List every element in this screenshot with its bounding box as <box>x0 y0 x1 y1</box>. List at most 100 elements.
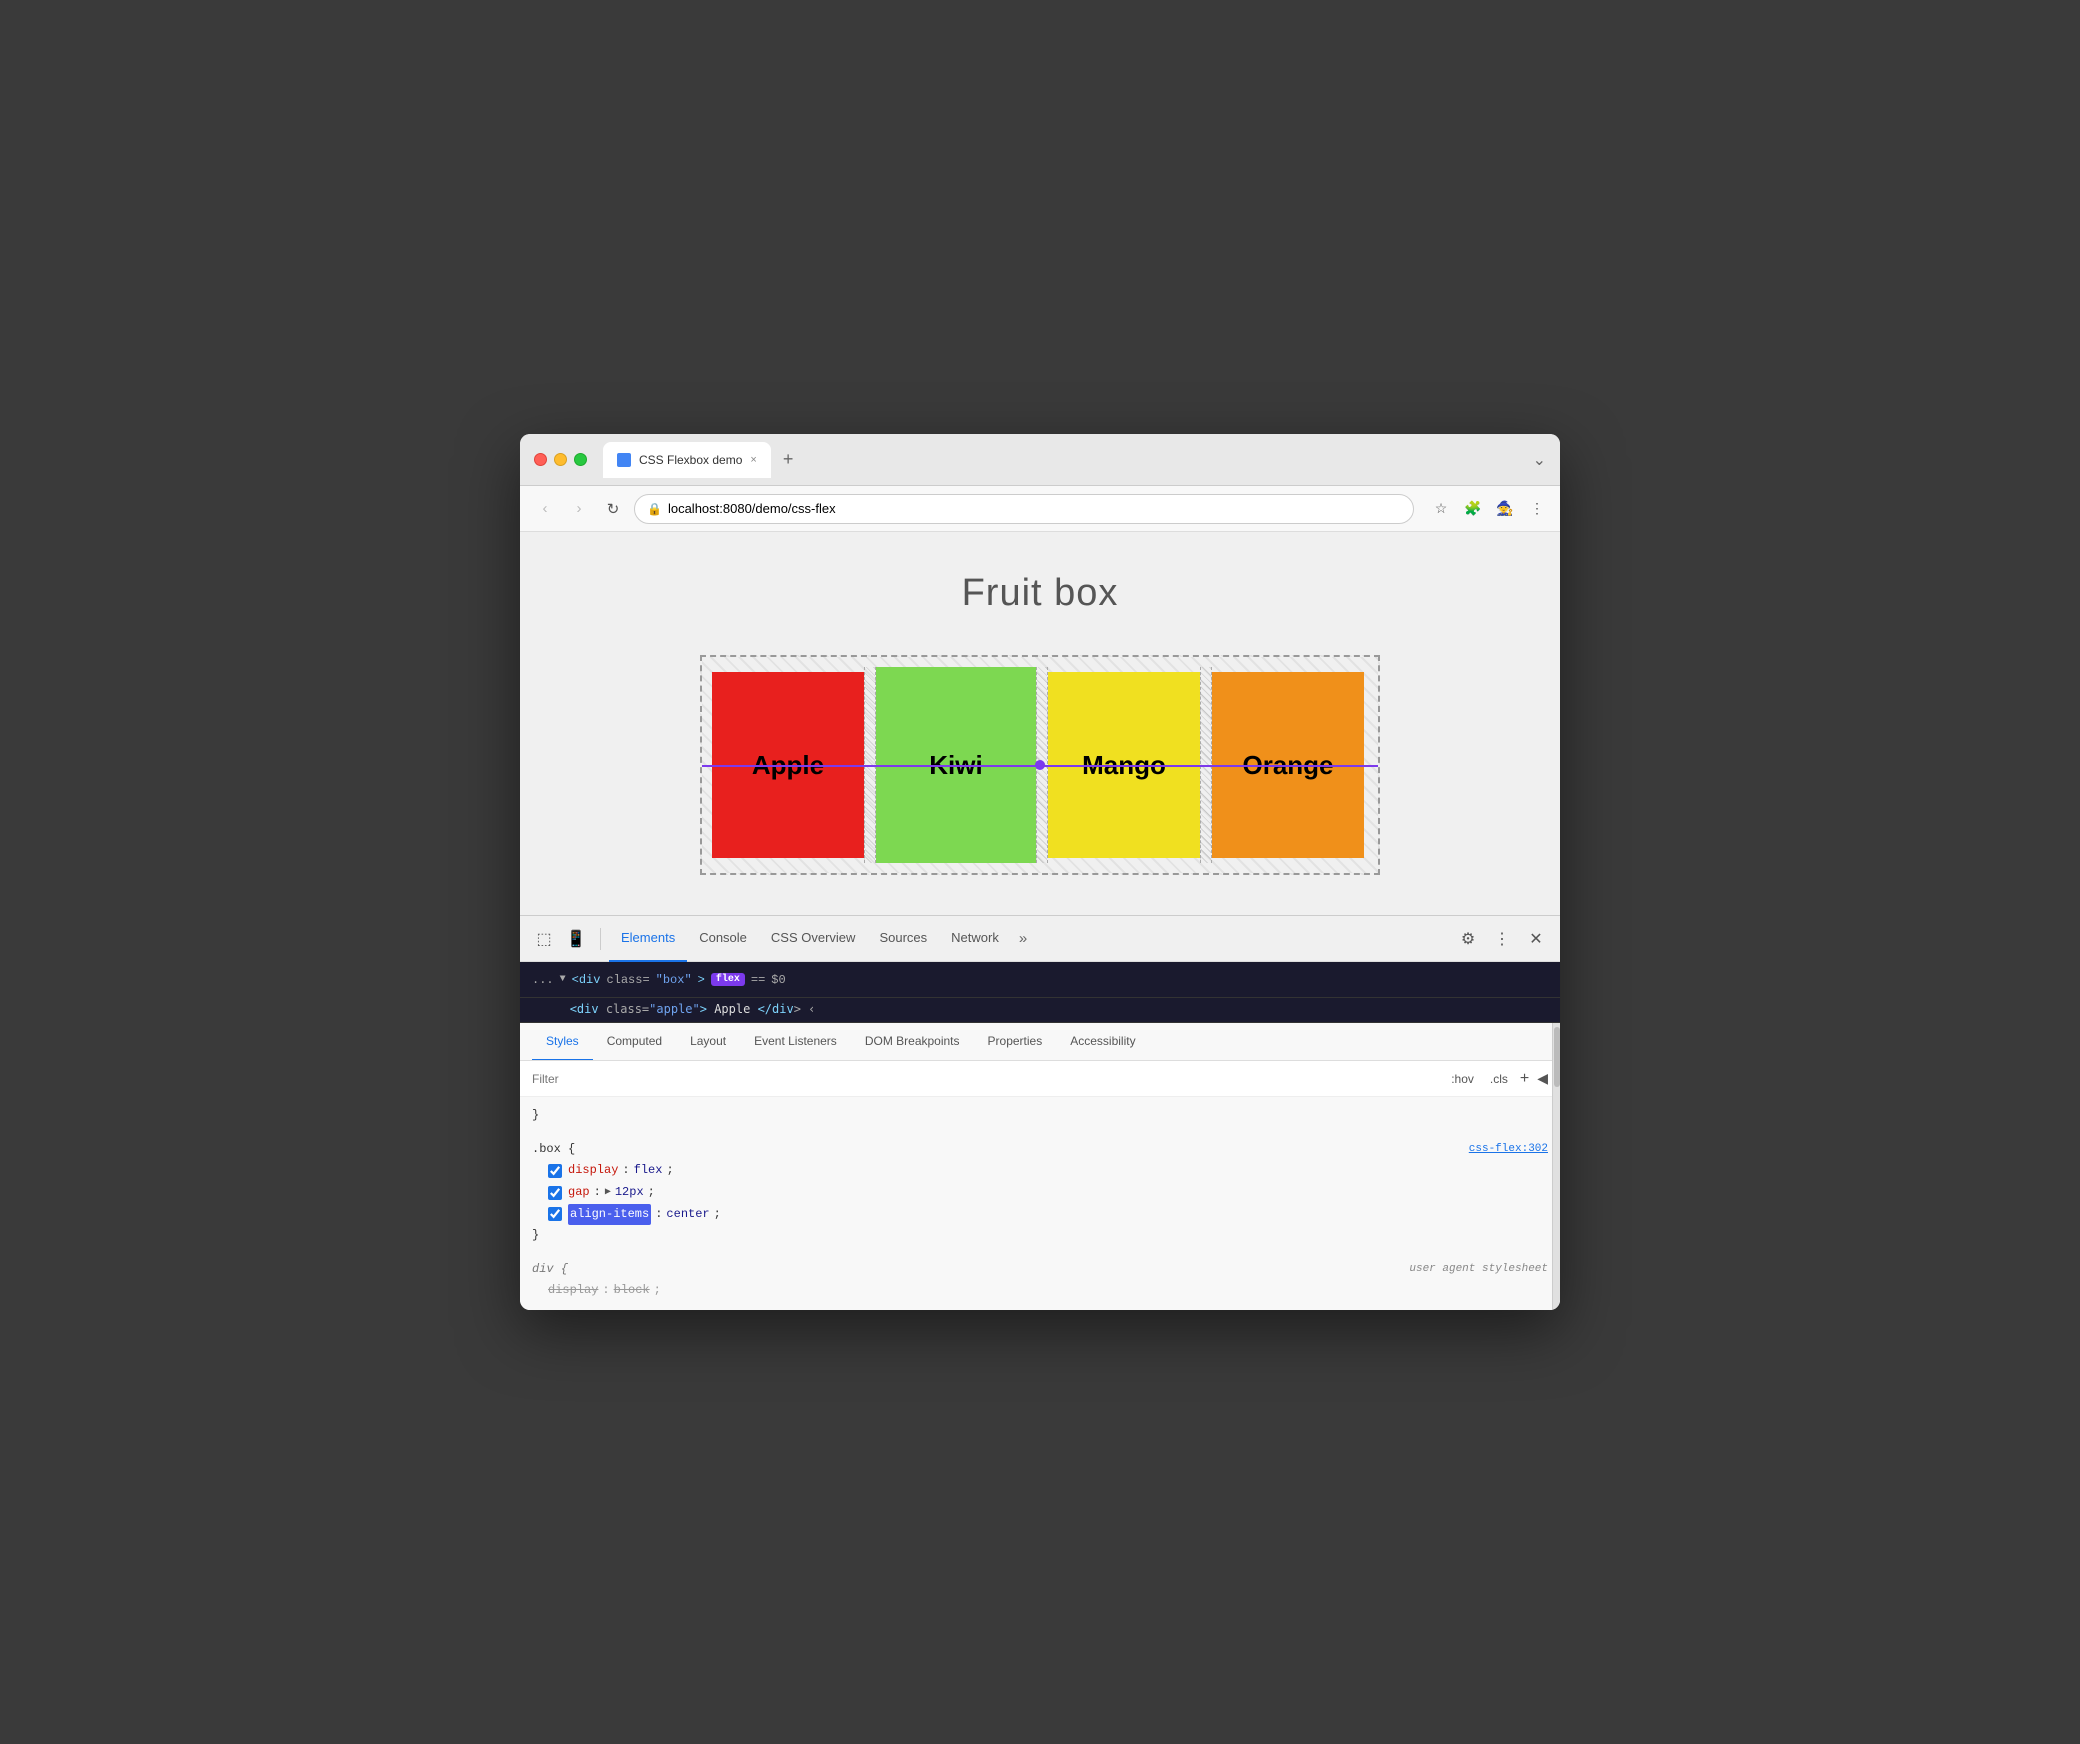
value-align-items: center <box>666 1204 709 1226</box>
ua-rule-block: div { user agent stylesheet display : bl… <box>532 1259 1548 1302</box>
styles-subtab-bar: Styles Computed Layout Event Listeners D… <box>520 1023 1560 1061</box>
colon-align-items: : <box>655 1204 662 1226</box>
gap-kiwi-mango <box>1036 667 1048 863</box>
filter-plus-button[interactable]: + <box>1520 1070 1529 1088</box>
filter-expand-icon[interactable]: ◀ <box>1537 1070 1548 1087</box>
semicolon-align-items: ; <box>714 1204 721 1226</box>
fullscreen-button[interactable] <box>574 453 587 466</box>
extensions-icon[interactable]: 🧩 <box>1462 498 1484 520</box>
subtab-layout[interactable]: Layout <box>676 1023 740 1061</box>
checkbox-display[interactable] <box>548 1164 562 1178</box>
fruit-apple: Apple <box>712 672 864 858</box>
breadcrumb-close: > <box>698 973 705 987</box>
reload-button[interactable]: ↻ <box>600 496 626 522</box>
subtab-styles[interactable]: Styles <box>532 1023 593 1061</box>
ua-value-display: block <box>614 1280 650 1302</box>
devtools-more-icon[interactable]: ⋮ <box>1486 923 1518 955</box>
tab-separator <box>600 928 601 950</box>
breadcrumb-attr: class= <box>606 973 649 987</box>
filter-hov-button[interactable]: :hov <box>1447 1070 1478 1088</box>
filter-cls-button[interactable]: .cls <box>1486 1070 1512 1088</box>
rule-gap: gap : ▶ 12px ; <box>532 1182 1548 1204</box>
breadcrumb-dollar: $0 <box>771 973 785 987</box>
ua-colon: : <box>602 1280 609 1302</box>
checkbox-gap[interactable] <box>548 1186 562 1200</box>
box-selector: .box { <box>532 1139 575 1161</box>
gap-apple-kiwi <box>864 667 876 863</box>
tab-overflow-icon[interactable]: ⌄ <box>1533 450 1546 470</box>
fruit-orange: Orange <box>1212 672 1364 858</box>
forward-button[interactable]: › <box>566 496 592 522</box>
close-button[interactable] <box>534 453 547 466</box>
subtab-properties[interactable]: Properties <box>974 1023 1057 1061</box>
box-rule-block: .box { css-flex:302 display : flex ; <box>532 1139 1548 1247</box>
tab-console[interactable]: Console <box>687 916 759 962</box>
fruit-kiwi: Kiwi <box>876 667 1036 863</box>
devtools-close-icon[interactable]: ✕ <box>1520 923 1552 955</box>
empty-close-brace: } <box>532 1108 539 1122</box>
subtab-dom-breakpoints[interactable]: DOM Breakpoints <box>851 1023 974 1061</box>
breadcrumb-arrow-icon: ▼ <box>560 974 566 985</box>
gap-indicator-dot <box>1035 760 1045 770</box>
property-display: display <box>568 1160 618 1182</box>
bookmark-icon[interactable]: ☆ <box>1430 498 1452 520</box>
profile-icon[interactable]: 🧙 <box>1494 498 1516 520</box>
address-bar: ‹ › ↻ 🔒 localhost:8080/demo/css-flex ☆ 🧩… <box>520 486 1560 532</box>
back-button[interactable]: ‹ <box>532 496 558 522</box>
devtools-settings-icon[interactable]: ⚙ <box>1452 923 1484 955</box>
ua-property-display: display <box>548 1280 598 1302</box>
styles-filter-input[interactable] <box>532 1072 1447 1086</box>
property-align-items: align-items <box>568 1204 651 1226</box>
title-bar: CSS Flexbox demo × + ⌄ <box>520 434 1560 486</box>
ua-selector: div { <box>532 1259 568 1281</box>
styles-content: } .box { css-flex:302 display : flex ; <box>520 1097 1560 1310</box>
ua-rule-display: display : block ; <box>532 1280 1548 1302</box>
url-text: localhost:8080/demo/css-flex <box>668 501 1401 516</box>
flex-badge[interactable]: flex <box>711 973 745 986</box>
colon-gap: : <box>594 1182 601 1204</box>
new-tab-button[interactable]: + <box>777 449 800 470</box>
fruit-mango: Mango <box>1048 672 1200 858</box>
active-tab[interactable]: CSS Flexbox demo × <box>603 442 771 478</box>
rule-align-items: align-items : center ; <box>532 1204 1548 1226</box>
checkbox-align-items[interactable] <box>548 1207 562 1221</box>
devtools-content: Styles Computed Layout Event Listeners D… <box>520 1023 1560 1310</box>
gap-mango-orange <box>1200 667 1212 863</box>
elements-breadcrumb: ... ▼ <div class= "box" > flex == $0 <box>520 962 1560 998</box>
tab-overflow-button[interactable]: » <box>1011 930 1035 947</box>
devtools-tab-bar: ⬚ 📱 Elements Console CSS Overview Source… <box>520 916 1560 962</box>
devtools-actions: ⚙ ⋮ ✕ <box>1452 923 1552 955</box>
semicolon-display: ; <box>666 1160 673 1182</box>
box-close-brace: } <box>532 1225 1548 1247</box>
url-bar[interactable]: 🔒 localhost:8080/demo/css-flex <box>634 494 1414 524</box>
gap-expand-icon[interactable]: ▶ <box>605 1184 611 1202</box>
tab-close-icon[interactable]: × <box>750 454 756 466</box>
box-source-link[interactable]: css-flex:302 <box>1469 1140 1548 1160</box>
tab-elements[interactable]: Elements <box>609 916 687 962</box>
minimize-button[interactable] <box>554 453 567 466</box>
tab-css-overview[interactable]: CSS Overview <box>759 916 868 962</box>
menu-icon[interactable]: ⋮ <box>1526 498 1548 520</box>
devtools-panel: ⬚ 📱 Elements Console CSS Overview Source… <box>520 915 1560 1310</box>
device-icon[interactable]: 📱 <box>560 923 592 955</box>
lock-icon: 🔒 <box>647 502 662 516</box>
subtab-computed[interactable]: Computed <box>593 1023 676 1061</box>
traffic-lights <box>534 453 587 466</box>
semicolon-gap: ; <box>648 1182 655 1204</box>
subtab-event-listeners[interactable]: Event Listeners <box>740 1023 851 1061</box>
tab-bar: CSS Flexbox demo × + <box>603 442 1525 478</box>
breadcrumb-tag: <div <box>572 973 601 987</box>
value-display: flex <box>634 1160 663 1182</box>
breadcrumb-equals: == <box>751 973 765 987</box>
page-title: Fruit box <box>962 572 1119 615</box>
tab-network[interactable]: Network <box>939 916 1011 962</box>
tab-sources[interactable]: Sources <box>867 916 939 962</box>
page-content: Fruit box Apple Kiwi Mango Orange <box>520 532 1560 915</box>
colon-display: : <box>622 1160 629 1182</box>
box-selector-line: .box { css-flex:302 <box>532 1139 1548 1161</box>
inspector-icon[interactable]: ⬚ <box>528 923 560 955</box>
value-gap: 12px <box>615 1182 644 1204</box>
devtools-scrollbar[interactable] <box>1552 1023 1560 1310</box>
flexbox-demo: Apple Kiwi Mango Orange <box>700 655 1380 875</box>
subtab-accessibility[interactable]: Accessibility <box>1056 1023 1149 1061</box>
